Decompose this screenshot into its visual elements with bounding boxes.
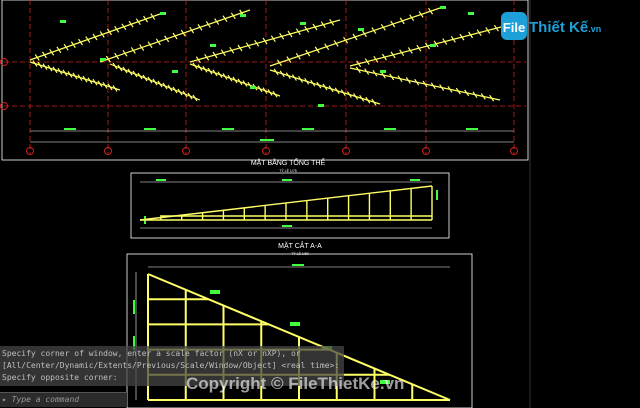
command-input[interactable]: ▸ Type a command — [0, 392, 127, 407]
section-scale: TỶ LỆ 1/50 — [291, 251, 309, 256]
plan-view — [0, 0, 529, 161]
plan-scale: TỶ LỆ 1/75 — [279, 168, 297, 173]
watermark-text: Copyright © FileThietKe.vn — [186, 374, 405, 393]
command-prompt-icon: ▸ — [2, 395, 12, 404]
section-title: MẶT CẮT A-A — [278, 241, 322, 250]
plan-title: MẶT BẰNG TỔNG THỂ — [251, 158, 326, 167]
globe-icon: File — [501, 12, 527, 40]
command-history-line: Specify corner of window, enter a scale … — [2, 349, 301, 358]
logo-file-text: File — [503, 20, 525, 35]
elevation-view — [130, 172, 450, 239]
filethietke-logo: File Thiết Kế.vn — [501, 12, 601, 40]
command-input-placeholder: Type a command — [11, 395, 80, 404]
command-history-line: [All/Center/Dynamic/Extents/Previous/Sca… — [2, 361, 340, 370]
